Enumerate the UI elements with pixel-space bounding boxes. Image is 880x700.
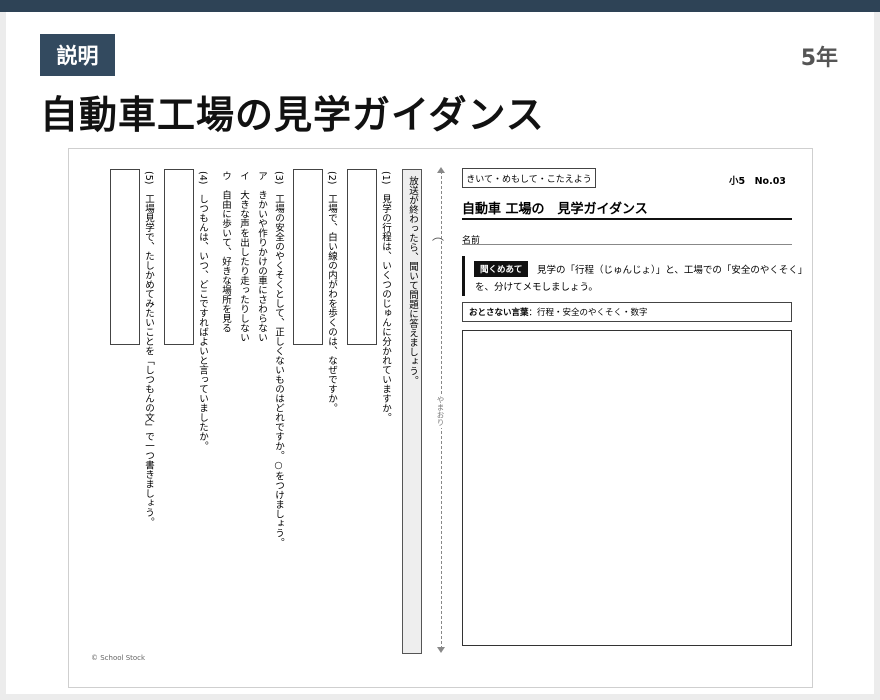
- content-card: 説明 5年 自動車工場の見学ガイダンス きいて・めもして・こたえよう 小5 No…: [6, 12, 874, 694]
- question-3-option-u: ウ 自由に歩いて、好きな場所を見る: [220, 171, 231, 333]
- question-5: (5) 工場見学で、たしかめてみたいことを「しつもんの文」で一つ書きましょう。: [143, 171, 154, 527]
- grade-label: 5年: [800, 46, 838, 71]
- page-title: 自動車工場の見学ガイダンス: [40, 93, 545, 137]
- answer-box-5: [110, 169, 140, 345]
- worksheet-title: 自動車 工場の 見学ガイダンス: [462, 202, 648, 217]
- fold-icon: ⌒: [432, 237, 445, 251]
- answer-box-4: [164, 169, 194, 345]
- worksheet-tag: きいて・めもして・こたえよう: [462, 168, 596, 188]
- category-badge: 説明: [40, 34, 115, 76]
- worksheet-number: 小5 No.03: [729, 176, 786, 187]
- listening-aim-box: 聞くめあて 見学の「行程（じゅんじょ）」と、工場での「安全のやくそく」 を、分け…: [462, 256, 807, 296]
- answer-box-1: [347, 169, 377, 345]
- question-3-option-a: ア きかいや作りかけの車にさわらない: [256, 171, 267, 342]
- title-rule: [462, 218, 792, 220]
- aim-label: 聞くめあて: [474, 261, 529, 277]
- aim-text-line-1: 見学の「行程（じゅんじょ）」と、工場での「安全のやくそく」: [537, 265, 808, 276]
- question-4: (4) しつもんは、いつ、どこですればよいと言っていましたか。: [197, 171, 208, 451]
- answer-box-2: [293, 169, 323, 345]
- question-3: (3) 工場の安全のやくそくとして、正しくないものはどれですか。○をつけましょう…: [273, 171, 284, 547]
- question-1: (1) 見学の行程は、いくつのじゅんに分かれていますか。: [380, 171, 391, 422]
- name-line: [462, 244, 792, 245]
- question-2: (2) 工場で、白い線の内がわを歩くのは、なぜですか。: [326, 171, 337, 413]
- key-words-label: おとさない言葉: [469, 308, 529, 318]
- question-3-option-i: イ 大きな声を出したり走ったりしない: [238, 171, 249, 342]
- memo-box: [462, 330, 792, 646]
- aim-text-line-2: を、分けてメモしましょう。: [475, 282, 598, 293]
- copyright-text: © School Stock: [91, 654, 146, 662]
- key-words-text: ：行程・安全のやくそく・数字: [528, 308, 648, 318]
- instruction-text: 放送が終わったら、聞いて問題に答えましょう。: [407, 176, 418, 385]
- instruction-strip: 放送が終わったら、聞いて問題に答えましょう。: [402, 169, 422, 654]
- top-bar: [0, 0, 880, 12]
- fold-arrow-down-icon: [437, 647, 445, 653]
- key-words-box: おとさない言葉 ：行程・安全のやくそく・数字: [462, 302, 792, 322]
- fold-label: やまおり: [435, 394, 446, 428]
- worksheet-preview: きいて・めもして・こたえよう 小5 No.03 自動車 工場の 見学ガイダンス …: [68, 148, 813, 688]
